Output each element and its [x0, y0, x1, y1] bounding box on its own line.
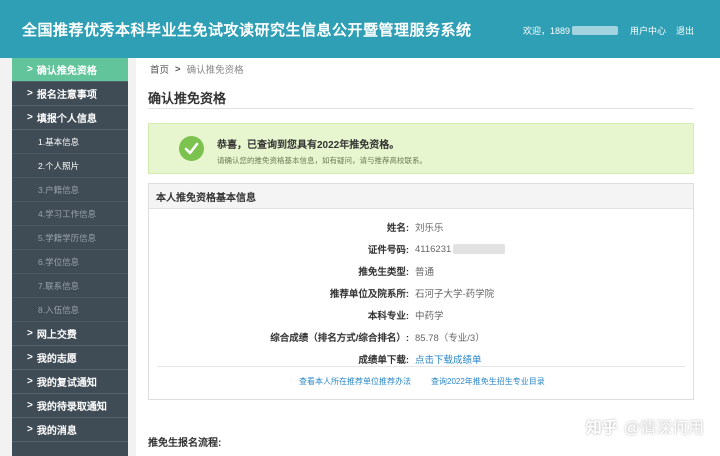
sidebar-item-confirm-eligibility[interactable]: > 确认推免资格	[12, 58, 128, 82]
redacted-phone	[571, 26, 618, 35]
user-area: 欢迎，1889 用户中心 退出	[521, 24, 694, 37]
section-title-process: 推免生报名流程:	[148, 438, 222, 449]
chevron-right-icon: >	[27, 376, 33, 387]
sidebar-item-label: 我的志愿	[36, 354, 77, 365]
chevron-right-icon: >	[27, 328, 33, 339]
sidebar: > 确认推免资格 > 报名注意事项 > 填报个人信息 1.基本信息 2.个人照片 3.…	[12, 58, 128, 456]
notice-subtitle: 请确认您的推免资格基本信息，如有疑问，请与推荐高校联系。	[217, 156, 427, 165]
chevron-right-icon: >	[27, 112, 33, 123]
chevron-right-icon: >	[27, 352, 33, 363]
breadcrumb: 首页 > 确认推免资格	[150, 62, 244, 77]
field-label: 本科专业:	[367, 311, 409, 322]
field-row-type: 推免生类型: 普通	[149, 262, 695, 280]
divider	[148, 108, 694, 109]
success-notice: 恭喜，已查询到您具有2022年推免资格。 请确认您的推免资格基本信息，如有疑问，…	[148, 123, 694, 174]
field-value: 普通	[415, 267, 435, 278]
panel-title: 本人推免资格基本信息	[149, 184, 693, 209]
chevron-right-icon: >	[175, 63, 181, 75]
field-value: 石河子大学-药学院	[415, 289, 495, 300]
logout-link[interactable]: 退出	[676, 24, 694, 37]
field-row-major: 本科专业: 中药学	[149, 306, 695, 324]
breadcrumb-current: 确认推免资格	[186, 65, 244, 76]
field-label: 成绩单下载:	[358, 355, 409, 366]
field-label: 推免生类型:	[358, 267, 409, 278]
sidebar-subitem-study-work[interactable]: 4.学习工作信息	[12, 202, 128, 226]
field-label: 综合成绩（排名方式/综合排名）:	[270, 333, 409, 344]
sidebar-item-label: 我的待录取通知	[36, 402, 107, 413]
field-row-name: 姓名: 刘乐乐	[149, 218, 695, 236]
field-value: 刘乐乐	[415, 223, 444, 234]
field-label: 证件号码:	[367, 245, 409, 256]
panel-footer-links: 查看本人所在推荐单位推荐办法 查询2022年推免生招生专业目录	[299, 376, 545, 387]
system-title: 全国推荐优秀本科毕业生免试攻读研究生信息公开暨管理服务系统	[22, 22, 472, 39]
chevron-right-icon: >	[27, 64, 33, 75]
sidebar-item-personal-info[interactable]: > 填报个人信息	[12, 106, 128, 130]
sidebar-subitem-military[interactable]: 8.入伍信息	[12, 298, 128, 322]
header-bar: 全国推荐优秀本科毕业生免试攻读研究生信息公开暨管理服务系统 欢迎，1889 用户…	[0, 0, 720, 58]
redacted-id	[453, 244, 506, 254]
field-label: 姓名:	[386, 223, 409, 234]
main-content: 首页 > 确认推免资格 确认推免资格 恭喜，已查询到您具有2022年推免资格。 …	[136, 58, 720, 456]
field-row-id-number: 证件号码: 4116231	[149, 240, 695, 258]
sidebar-item-messages[interactable]: > 我的消息	[12, 418, 128, 442]
sidebar-item-notes[interactable]: > 报名注意事项	[12, 82, 128, 106]
chevron-right-icon: >	[27, 400, 33, 411]
chevron-right-icon: >	[27, 88, 33, 99]
sidebar-item-retest-notice[interactable]: > 我的复试通知	[12, 370, 128, 394]
download-transcript-link[interactable]: 点击下载成绩单	[415, 352, 482, 366]
field-value: 中药学	[415, 311, 444, 322]
sidebar-item-choices[interactable]: > 我的志愿	[12, 346, 128, 370]
field-label: 推荐单位及院系所:	[329, 289, 409, 300]
field-row-unit: 推荐单位及院系所: 石河子大学-药学院	[149, 284, 695, 302]
sidebar-subitem-degree[interactable]: 6.学位信息	[12, 250, 128, 274]
sidebar-item-label: 填报个人信息	[36, 114, 97, 125]
recommendation-method-link[interactable]: 查看本人所在推荐单位推荐办法	[299, 377, 411, 386]
watermark-author: @情深何用	[623, 420, 704, 437]
watermark-brand: 知乎	[585, 420, 618, 437]
check-circle-icon	[179, 136, 204, 161]
field-value: 85.78（专业/3）	[415, 333, 485, 344]
sidebar-subitem-household[interactable]: 3.户籍信息	[12, 178, 128, 202]
field-row-score: 综合成绩（排名方式/综合排名）: 85.78（专业/3）	[149, 328, 695, 346]
notice-title: 恭喜，已查询到您具有2022年推免资格。	[217, 140, 400, 151]
breadcrumb-home[interactable]: 首页	[150, 62, 169, 76]
watermark: 知乎 @情深何用	[586, 414, 704, 438]
sidebar-subitem-contact[interactable]: 7.联系信息	[12, 274, 128, 298]
eligibility-info-panel: 本人推免资格基本信息 姓名: 刘乐乐 证件号码: 4116231 推免生类型: …	[148, 183, 694, 400]
welcome-text: 欢迎，1889	[522, 26, 570, 36]
page-title: 确认推免资格	[148, 91, 227, 106]
sidebar-subitem-education[interactable]: 5.学籍学历信息	[12, 226, 128, 250]
sidebar-item-label: 网上交费	[36, 330, 77, 341]
sidebar-item-admission-notice[interactable]: > 我的待录取通知	[12, 394, 128, 418]
chevron-right-icon: >	[27, 424, 33, 435]
divider	[157, 366, 685, 367]
major-catalog-link[interactable]: 查询2022年推免生招生专业目录	[431, 377, 545, 386]
user-center-link[interactable]: 用户中心	[630, 24, 666, 37]
sidebar-item-label: 我的复试通知	[36, 378, 97, 389]
sidebar-subitem-photo[interactable]: 2.个人照片	[12, 154, 128, 178]
sidebar-subitem-basic-info[interactable]: 1.基本信息	[12, 130, 128, 154]
sidebar-item-label: 确认推免资格	[36, 66, 97, 77]
sidebar-item-label: 我的消息	[36, 426, 77, 437]
field-value: 4116231	[415, 243, 452, 255]
sidebar-item-label: 报名注意事项	[36, 90, 97, 101]
sidebar-item-payment[interactable]: > 网上交费	[12, 322, 128, 346]
field-value-wrap: 4116231	[415, 243, 506, 255]
